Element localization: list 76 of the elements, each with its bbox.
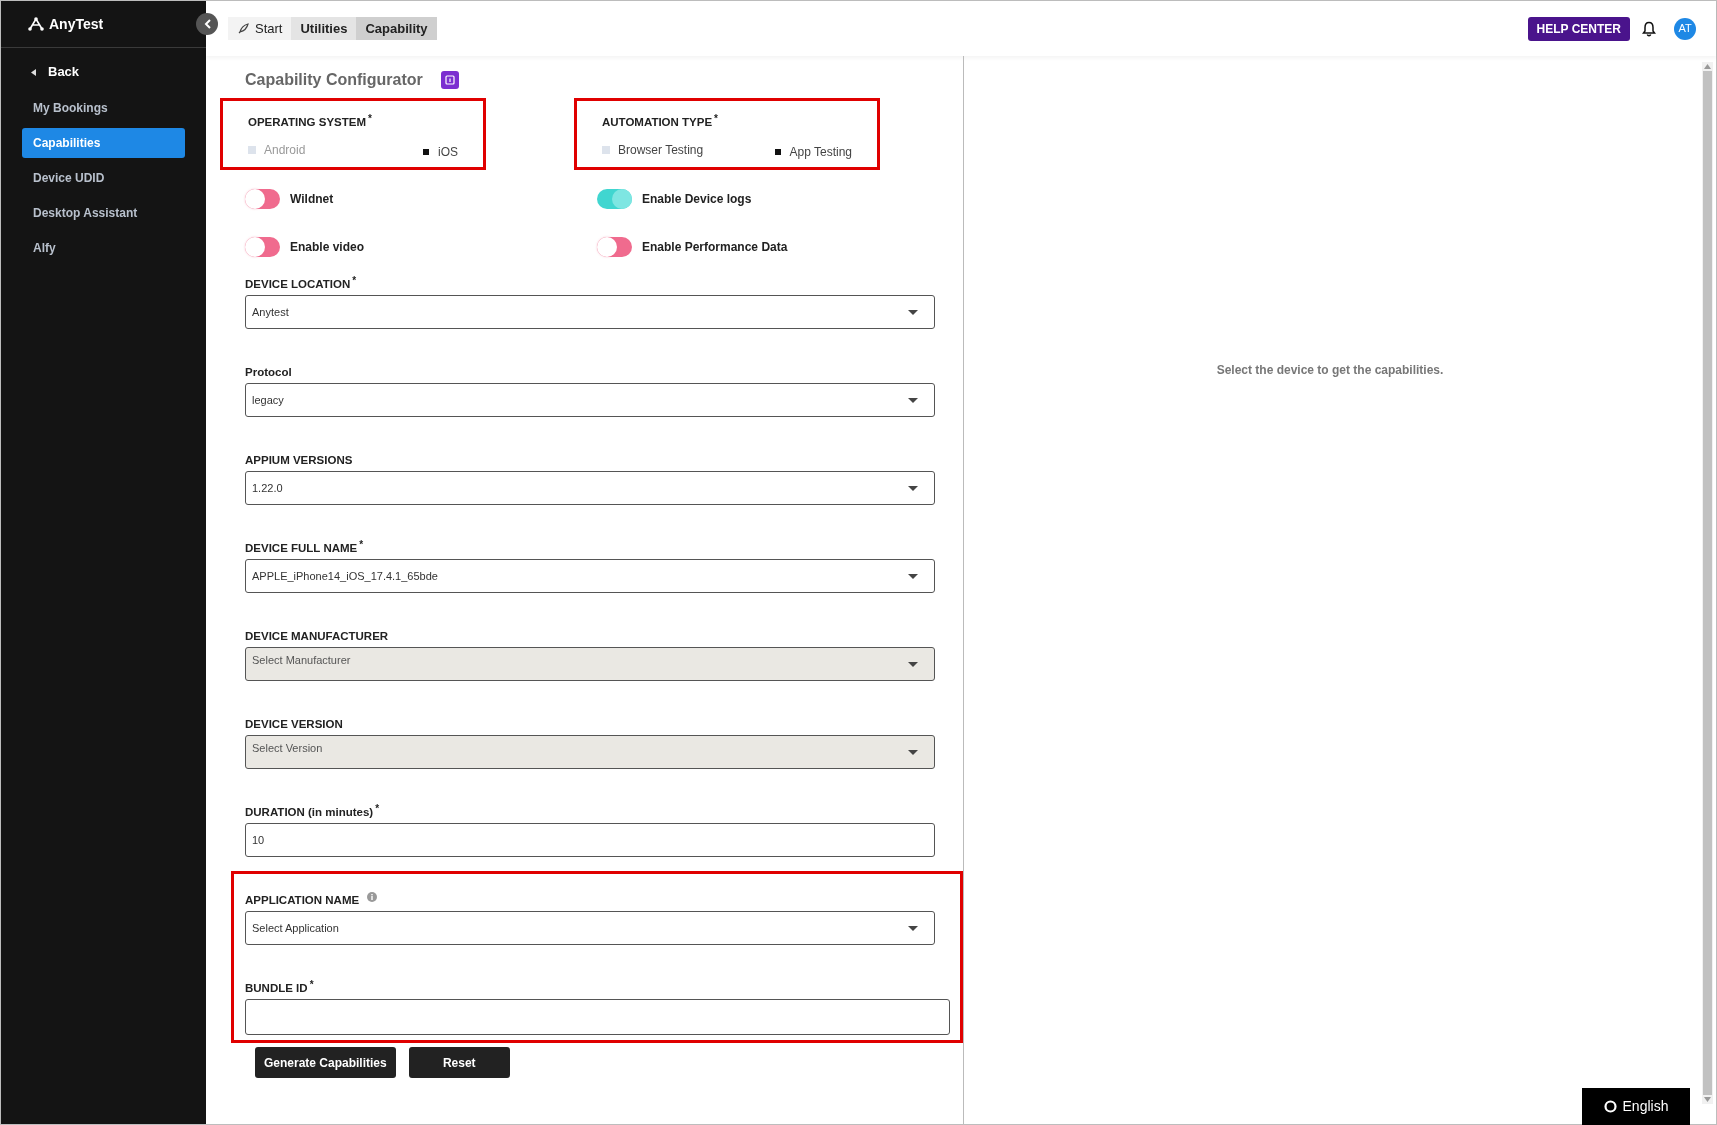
scroll-down-icon[interactable]	[1704, 1097, 1711, 1102]
dropdown-field[interactable]: APPLE_iPhone14_iOS_17.4.1_65bde	[245, 559, 935, 593]
required-mark: *	[359, 540, 364, 550]
group-label: OPERATING SYSTEM	[248, 115, 366, 130]
required-mark: *	[375, 804, 380, 814]
sidebar-item[interactable]: Device UDID	[22, 163, 185, 193]
radio-button[interactable]	[423, 149, 429, 155]
dropdown-field[interactable]: legacy	[245, 383, 935, 417]
required-mark: *	[714, 114, 718, 124]
input-field[interactable]	[245, 999, 950, 1035]
field-label: BUNDLE ID	[245, 981, 308, 996]
option-label: iOS	[438, 144, 458, 161]
info-badge-icon[interactable]	[440, 71, 459, 89]
field-label: DURATION (in minutes)	[245, 805, 374, 820]
chevron-left-icon	[203, 19, 211, 29]
breadcrumb-tab[interactable]: Capability	[356, 17, 437, 40]
required-mark: *	[368, 114, 372, 124]
group-label: AUTOMATION TYPE	[602, 115, 713, 130]
bell-icon[interactable]	[1642, 20, 1656, 37]
toggle-switch[interactable]	[597, 189, 632, 209]
dropdown-arrow-icon	[908, 309, 918, 315]
dropdown-arrow-icon	[908, 749, 918, 755]
collapse-button[interactable]	[196, 13, 218, 35]
field-label: DEVICE MANUFACTURER	[245, 629, 389, 644]
toggle-label: Enable Device logs	[642, 191, 752, 208]
breadcrumb-tab[interactable]: Start	[228, 17, 292, 40]
field-label: Protocol	[245, 365, 292, 380]
action-button[interactable]: Generate Capabilities	[255, 1047, 396, 1078]
logo-icon	[27, 17, 45, 31]
configurator-title: Capability Configurator	[245, 70, 423, 90]
sidebar-item[interactable]: Alfy	[22, 233, 185, 263]
user-avatar[interactable]: AT	[1674, 17, 1696, 40]
caret-icon	[31, 68, 36, 76]
input-field[interactable]: 10	[245, 823, 935, 857]
field-label: APPIUM VERSIONS	[245, 453, 353, 468]
toggle-label: Wildnet	[290, 191, 334, 208]
toggle-label: Enable video	[290, 239, 365, 256]
field-label: DEVICE VERSION	[245, 717, 343, 732]
scroll-up-icon[interactable]	[1704, 64, 1711, 69]
toggle-switch[interactable]	[245, 237, 280, 257]
dropdown-arrow-icon	[908, 573, 918, 579]
dropdown-arrow-icon	[908, 661, 918, 667]
required-mark: *	[352, 276, 357, 286]
toggle-switch[interactable]	[597, 237, 632, 257]
radio-button[interactable]	[774, 149, 781, 155]
back-link[interactable]: Back	[31, 62, 80, 82]
required-mark: *	[309, 980, 314, 990]
dropdown-arrow-icon	[908, 925, 918, 931]
sidebar-item[interactable]: Desktop Assistant	[22, 198, 185, 228]
circle-icon	[1603, 1100, 1617, 1113]
empty-state-message: Select the device to get the capabilities.	[1216, 362, 1444, 379]
language-button[interactable]: English	[1582, 1088, 1690, 1125]
scrollbar-thumb[interactable]	[1703, 71, 1712, 1095]
radio-button[interactable]	[248, 146, 256, 154]
breadcrumb-tab[interactable]: Utilities	[291, 17, 357, 40]
scrollbar[interactable]	[1702, 62, 1713, 1104]
action-button[interactable]: Reset	[408, 1047, 510, 1078]
field-label: DEVICE FULL NAME	[245, 541, 358, 556]
dropdown-arrow-icon	[908, 485, 918, 491]
help-center-button[interactable]: HELP CENTER	[1527, 16, 1630, 41]
sidebar-item[interactable]: My Bookings	[22, 93, 185, 123]
dropdown-arrow-icon	[908, 397, 918, 403]
option-label: Android	[264, 142, 306, 159]
info-icon[interactable]	[367, 892, 378, 902]
sidebar-item[interactable]: Capabilities	[22, 128, 185, 158]
field-label: APPLICATION NAME	[245, 893, 360, 908]
option-label: App Testing	[789, 144, 852, 161]
option-label: Browser Testing	[618, 142, 704, 159]
field-label: DEVICE LOCATION	[245, 277, 351, 292]
toggle-switch[interactable]	[245, 189, 280, 209]
toggle-label: Enable Performance Data	[642, 239, 788, 256]
dropdown-field[interactable]: 1.22.0	[245, 471, 935, 505]
logo-text: AnyTest	[49, 14, 104, 34]
radio-button[interactable]	[602, 146, 610, 154]
dropdown-field[interactable]: Select Application	[245, 911, 935, 945]
dropdown-field[interactable]: Anytest	[245, 295, 935, 329]
